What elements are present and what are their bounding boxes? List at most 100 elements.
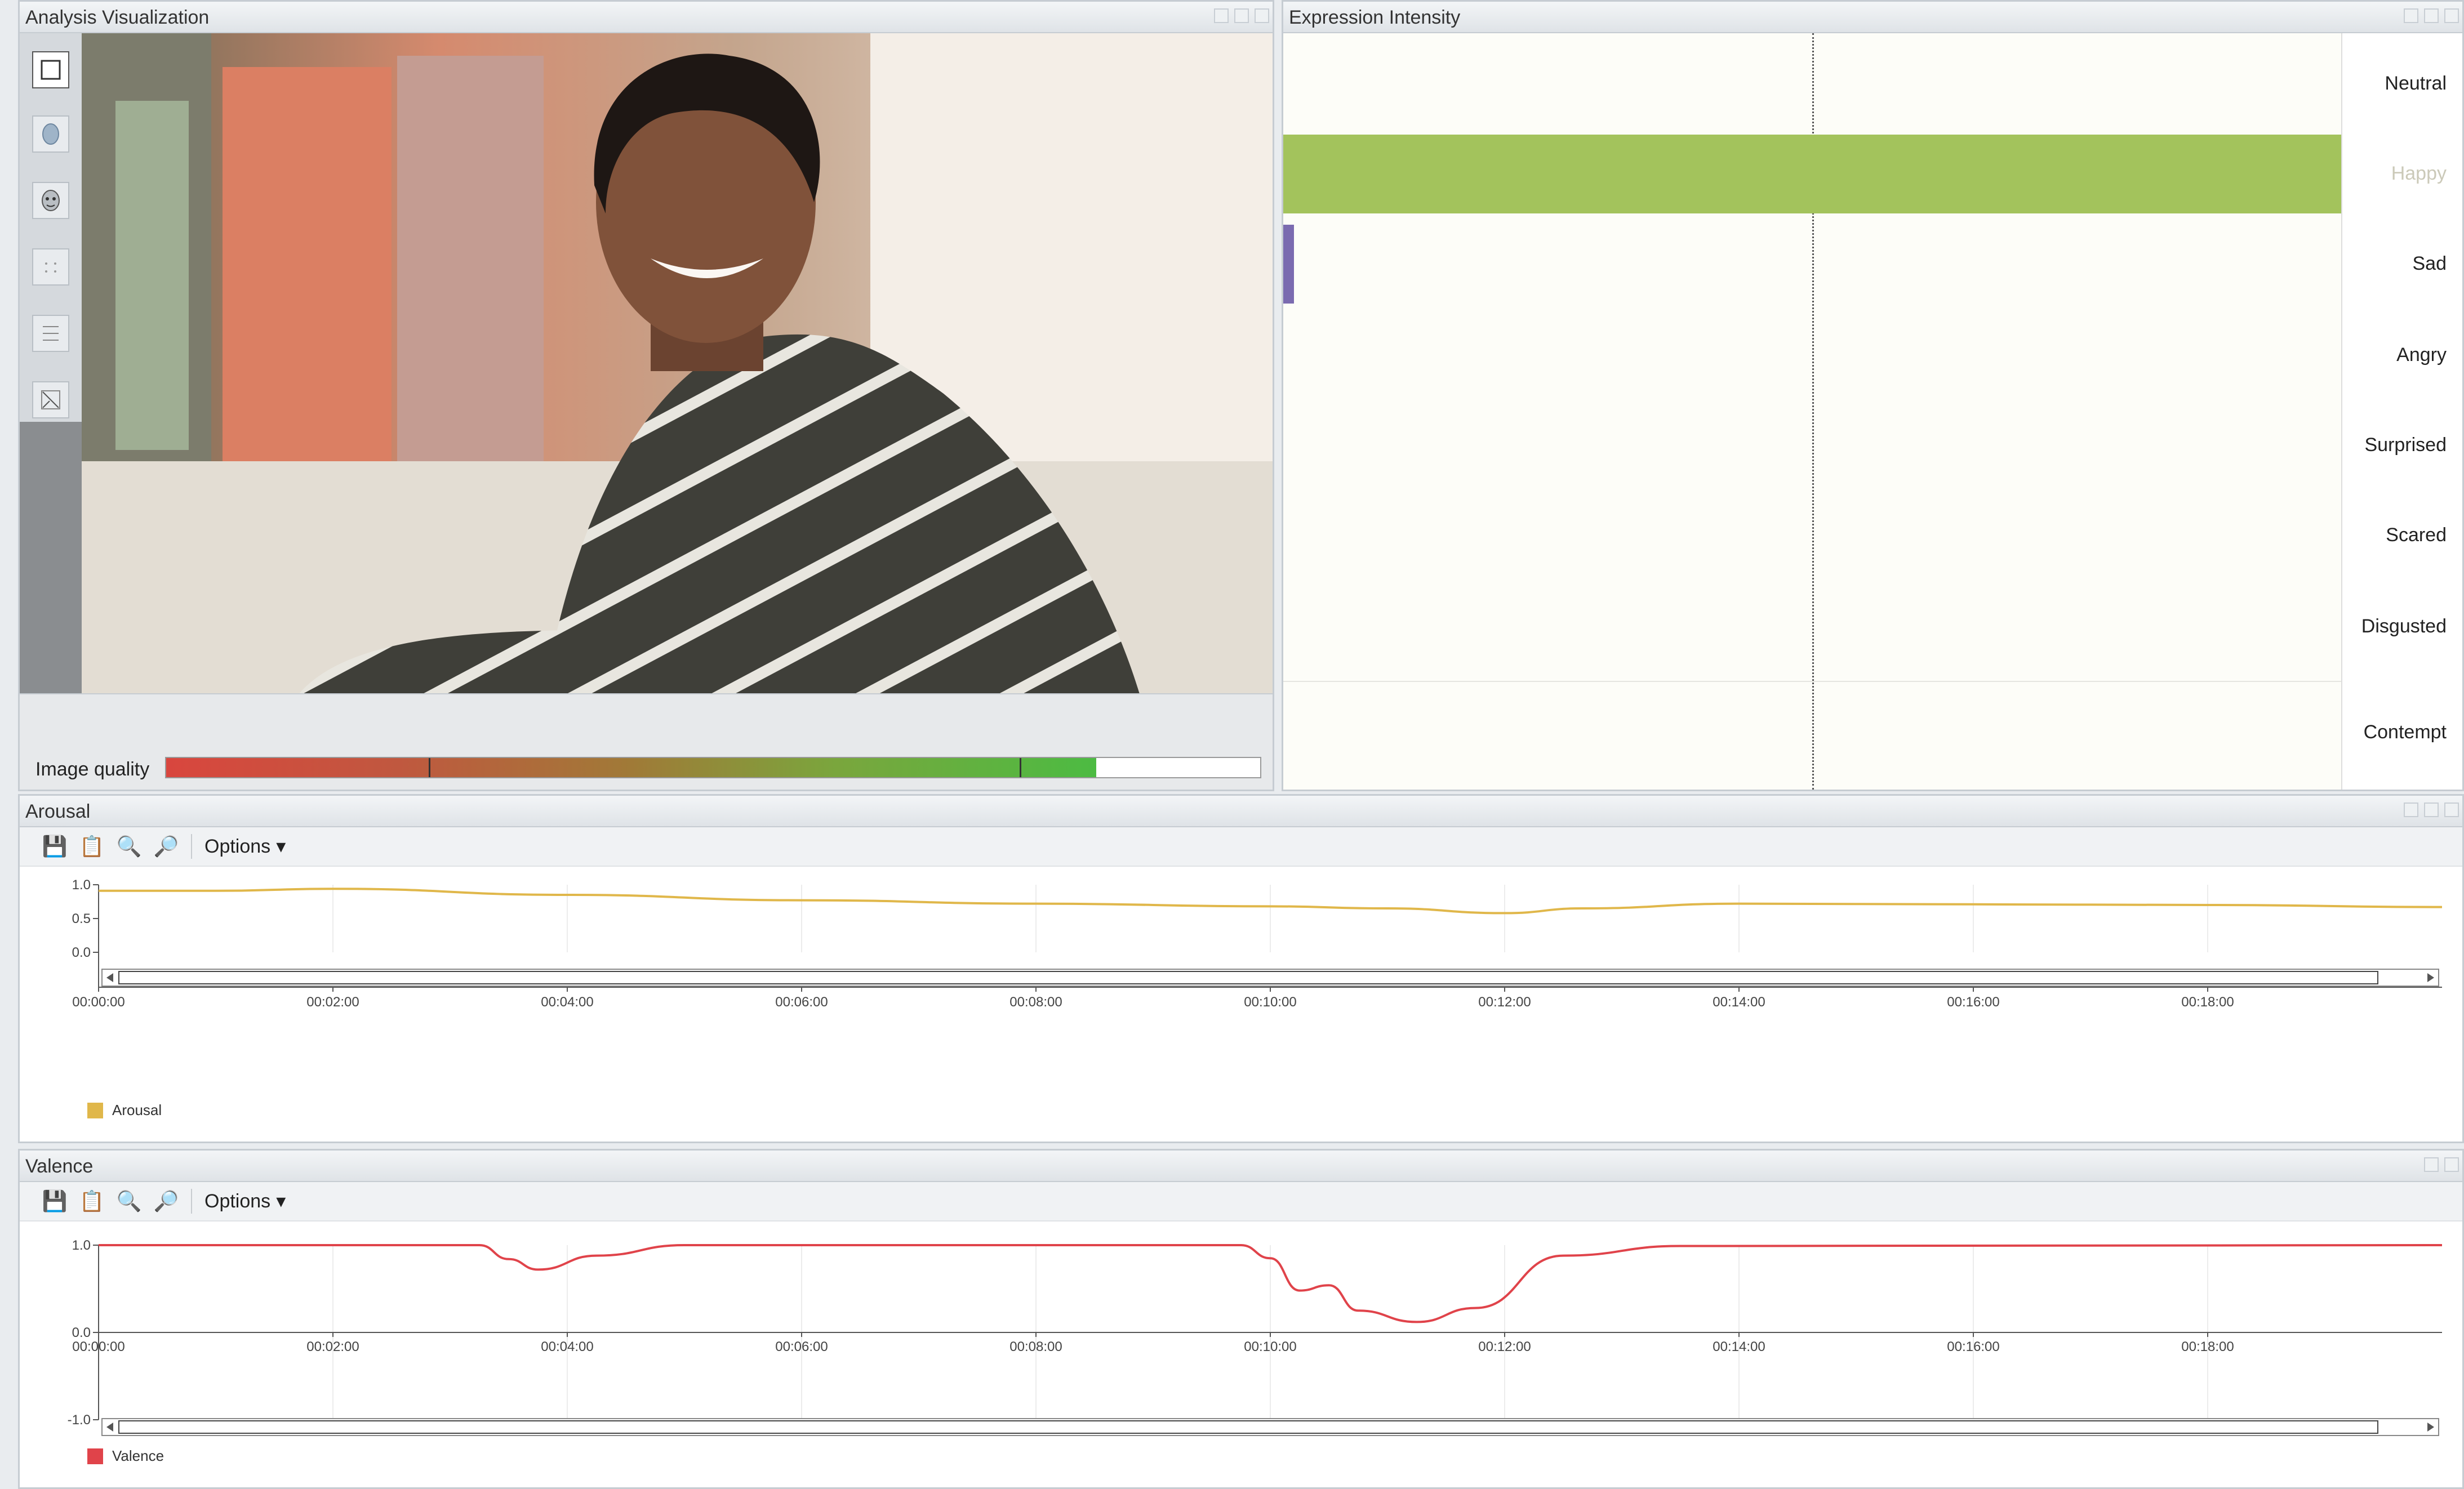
- y-tick-label: 1.0: [72, 877, 91, 893]
- options-dropdown[interactable]: Options ▾: [204, 835, 286, 858]
- y-tick-label: 0.0: [72, 945, 91, 960]
- x-tick-label: 00:10:00: [1244, 1339, 1296, 1354]
- minimize-button[interactable]: [2404, 803, 2418, 817]
- valence-chart: 1.0 0.0 -1.0 00:00:00 00:02:00 00:04:00 00:06:…: [68, 1238, 2443, 1436]
- x-tick-label: 00:12:00: [1478, 995, 1531, 1010]
- tool-sidebar: [20, 33, 82, 694]
- expression-panel: Expression Intensity Neutral Happy Sad A…: [1282, 0, 2464, 791]
- expression-panel-title: Expression Intensity: [1283, 2, 2462, 33]
- options-dropdown[interactable]: Options ▾: [204, 1190, 286, 1212]
- x-tick-label: 00:08:00: [1009, 1339, 1062, 1354]
- face-model-icon[interactable]: [32, 182, 69, 219]
- video-frame: [82, 33, 1273, 694]
- restore-button[interactable]: [2424, 803, 2439, 817]
- valence-legend-label: Valence: [112, 1447, 164, 1464]
- arousal-legend-swatch: [87, 1102, 103, 1118]
- image-quality-label: Image quality: [35, 759, 150, 780]
- arousal-legend: Arousal: [87, 1102, 162, 1119]
- scrollbar-thumb: [118, 1420, 2378, 1434]
- x-tick-label: 00:16:00: [1947, 995, 1999, 1010]
- valence-panel: Valence 💾 📋 🔍 🔎 Options ▾ 1.0 0.0 -1.0 00:00…: [18, 1149, 2464, 1489]
- restore-button[interactable]: [2444, 1157, 2459, 1172]
- copy-icon[interactable]: 📋: [79, 834, 105, 859]
- zoom-out-icon[interactable]: 🔎: [154, 1189, 179, 1214]
- close-button[interactable]: [2444, 8, 2459, 23]
- options-label: Options: [204, 835, 271, 857]
- y-tick-label: 0.5: [72, 911, 91, 926]
- restore-button[interactable]: [1234, 8, 1249, 23]
- copy-icon[interactable]: 📋: [79, 1189, 105, 1214]
- x-tick-label: 00:06:00: [775, 1339, 828, 1354]
- grid-icon[interactable]: [32, 248, 69, 286]
- x-tick-label: 00:00:00: [72, 1339, 124, 1354]
- toolbar-separator: [191, 834, 192, 859]
- chevron-down-icon: ▾: [276, 1191, 286, 1212]
- x-tick-label: 00:04:00: [541, 1339, 593, 1354]
- select-tool-icon[interactable]: [32, 51, 69, 88]
- zoom-in-icon[interactable]: 🔍: [117, 1189, 142, 1214]
- expression-title-text: Expression Intensity: [1289, 7, 1461, 28]
- sad-intensity-bar: [1283, 225, 1294, 304]
- label-disgusted: Disgusted: [2361, 616, 2447, 637]
- label-scared: Scared: [2386, 524, 2447, 546]
- y-tick-label: 1.0: [72, 1238, 91, 1253]
- scrollbar-thumb: [118, 971, 2378, 984]
- x-tick-label: 00:04:00: [541, 995, 593, 1010]
- y-tick-label: -1.0: [68, 1412, 91, 1428]
- close-button[interactable]: [2444, 803, 2459, 817]
- zoom-in-icon[interactable]: 🔍: [117, 834, 142, 859]
- arousal-panel-title: Arousal: [20, 796, 2462, 827]
- valence-toolbar: 💾 📋 🔍 🔎 Options ▾: [20, 1182, 2462, 1221]
- label-surprised: Surprised: [2364, 434, 2447, 456]
- tool-strip: [20, 33, 82, 422]
- restore-button[interactable]: [2424, 8, 2439, 23]
- y-tick-label: 0.0: [72, 1325, 91, 1340]
- image-quality-fill: [166, 758, 1096, 777]
- x-tick-label: 00:14:00: [1713, 1339, 1765, 1354]
- label-sad: Sad: [2412, 253, 2447, 274]
- x-tick-label: 00:10:00: [1244, 995, 1296, 1010]
- x-tick-label: 00:06:00: [775, 995, 828, 1010]
- overlay-icon[interactable]: [32, 381, 69, 418]
- close-button[interactable]: [1255, 8, 1269, 23]
- happy-intensity-bar: [1283, 135, 2341, 213]
- label-neutral: Neutral: [2385, 73, 2447, 94]
- landmark-icon[interactable]: [32, 315, 69, 352]
- face-mesh-icon[interactable]: [32, 115, 69, 153]
- valence-panel-title: Valence: [20, 1151, 2462, 1182]
- x-tick-label: 00:14:00: [1713, 995, 1765, 1010]
- quality-tick: [1019, 758, 1021, 777]
- save-icon[interactable]: 💾: [42, 1189, 68, 1214]
- label-happy: Happy: [2391, 163, 2447, 184]
- x-tick-label: 00:18:00: [2181, 995, 2234, 1010]
- x-tick-label: 00:08:00: [1009, 995, 1062, 1010]
- window-buttons: [2404, 803, 2459, 817]
- arousal-toolbar: 💾 📋 🔍 🔎 Options ▾: [20, 827, 2462, 867]
- label-angry: Angry: [2396, 344, 2447, 365]
- x-tick-label: 00:00:00: [72, 995, 124, 1010]
- window-buttons: [1214, 8, 1269, 23]
- video-frame-image: [82, 33, 1273, 694]
- image-quality-section: Image quality: [20, 693, 1273, 790]
- zoom-out-icon[interactable]: 🔎: [154, 834, 179, 859]
- analysis-panel-title: Analysis Visualization: [20, 2, 1273, 33]
- save-icon[interactable]: 💾: [42, 834, 68, 859]
- arousal-legend-label: Arousal: [112, 1102, 162, 1118]
- contempt-separator: [1283, 681, 2341, 682]
- window-buttons: [2404, 8, 2459, 23]
- expression-labels: Neutral Happy Sad Angry Surprised Scared…: [2350, 33, 2462, 790]
- arousal-panel: Arousal 💾 📋 🔍 🔎 Options ▾ 1.0 0.5 0.0 00:00:…: [18, 794, 2464, 1143]
- image-quality-bar: [165, 757, 1261, 778]
- x-tick-label: 00:18:00: [2181, 1339, 2234, 1354]
- minimize-button[interactable]: [2424, 1157, 2439, 1172]
- x-tick-label: 00:02:00: [306, 995, 359, 1010]
- label-contempt: Contempt: [2363, 721, 2447, 743]
- minimize-button[interactable]: [2404, 8, 2418, 23]
- x-tick-label: 00:02:00: [306, 1339, 359, 1354]
- analysis-title-text: Analysis Visualization: [25, 7, 210, 28]
- valence-legend-swatch: [87, 1448, 103, 1464]
- toolbar-separator: [191, 1189, 192, 1214]
- minimize-button[interactable]: [1214, 8, 1229, 23]
- options-label: Options: [204, 1190, 271, 1212]
- valence-legend: Valence: [87, 1447, 164, 1465]
